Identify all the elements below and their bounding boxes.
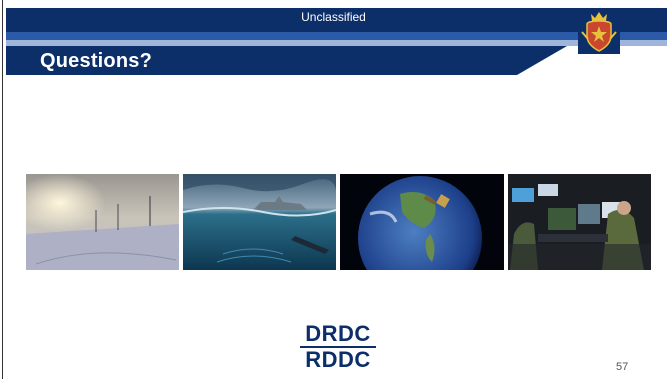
caf-crest-icon [578, 8, 620, 54]
photo-strip [26, 174, 651, 271]
logo-line-rddc: RDDC [305, 347, 371, 372]
ship-and-submarine-photo [183, 174, 336, 270]
slide-title: Questions? [40, 50, 153, 72]
operations-center-photo [508, 174, 651, 270]
logo-line-drdc: DRDC [305, 321, 371, 346]
classification-label: Unclassified [301, 10, 366, 24]
drdc-rddc-logo: DRDC RDDC [296, 323, 380, 371]
header-band-blue [6, 32, 667, 40]
earth-satellite-photo [340, 174, 504, 270]
page-number: 57 [616, 361, 629, 373]
left-border-line [2, 0, 3, 379]
slide: Unclassified Questions? DRDC RDDC 57 [0, 0, 667, 379]
arctic-snowfield-photo [26, 174, 179, 270]
